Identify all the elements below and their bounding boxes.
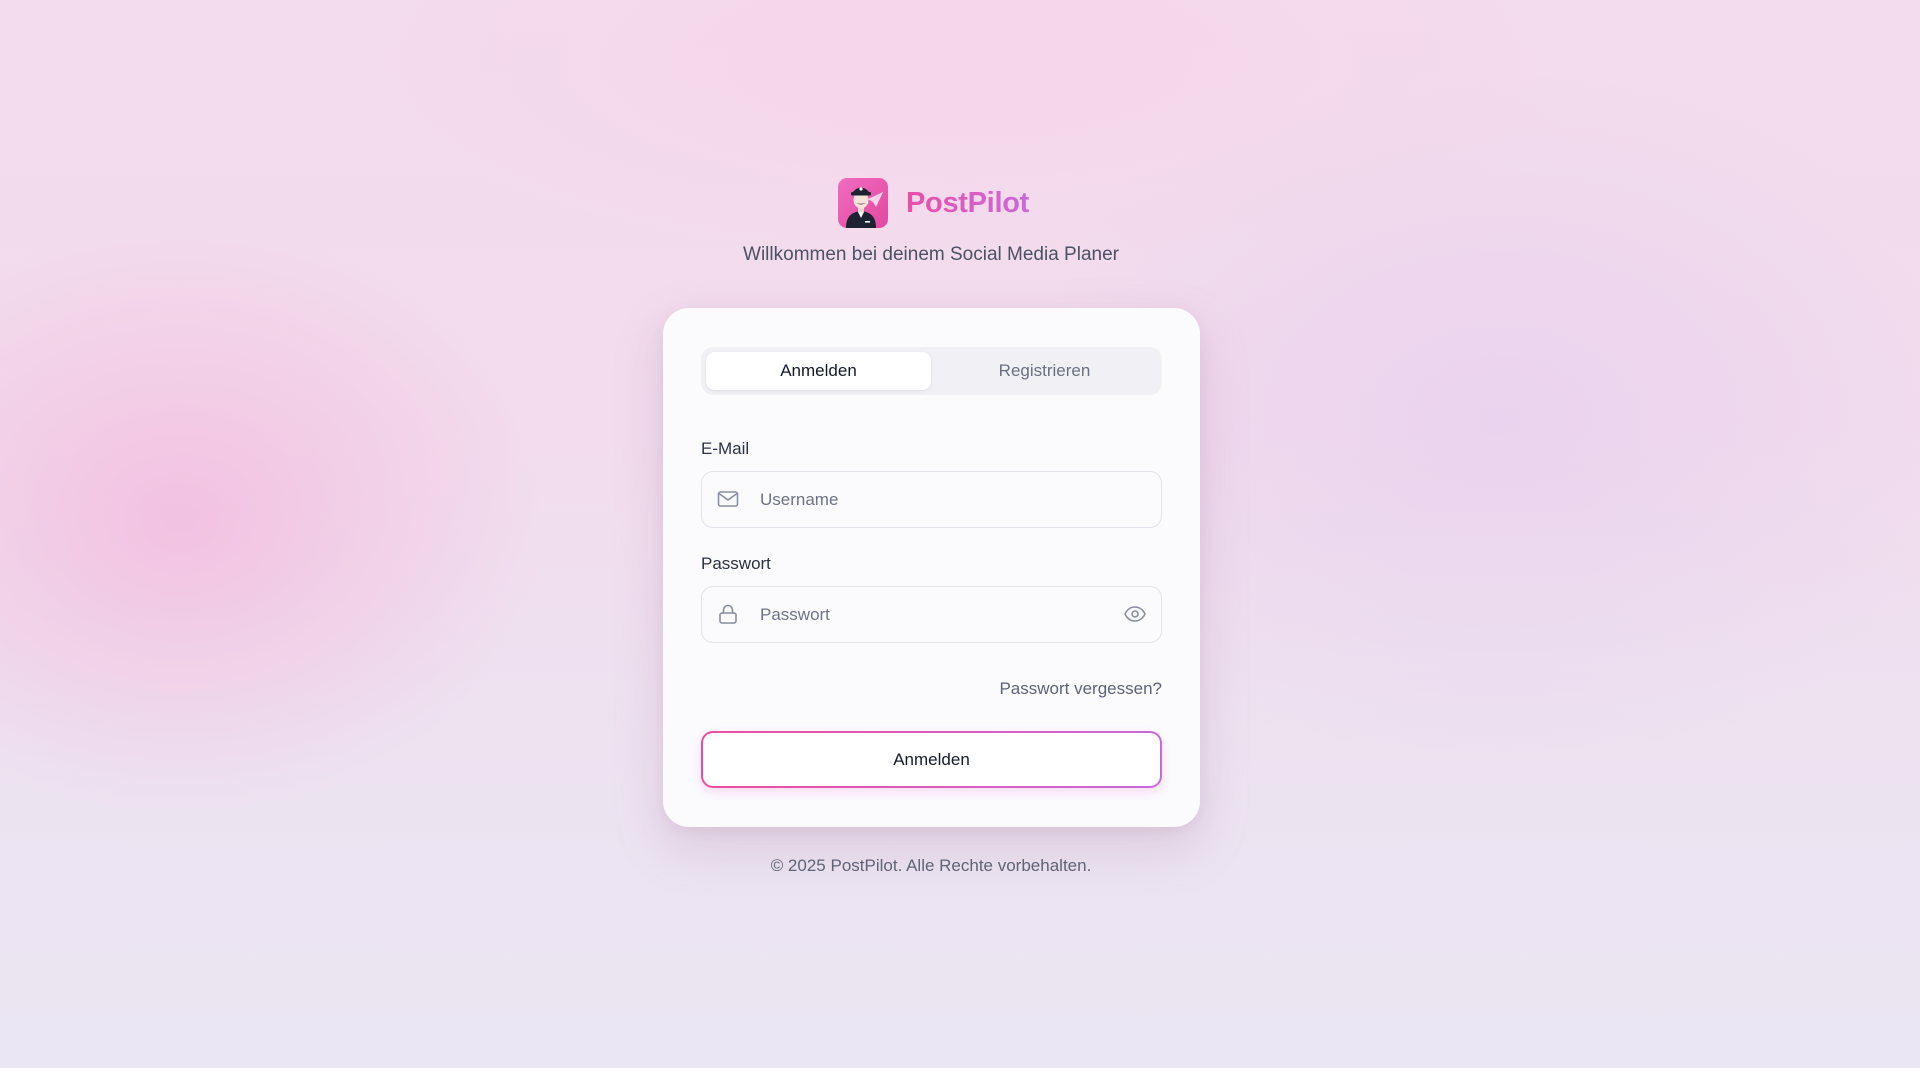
brand-name: PostPilot <box>906 186 1029 219</box>
email-label: E-Mail <box>701 439 750 458</box>
pilot-logo-icon <box>838 178 888 228</box>
email-field[interactable]: Username <box>701 471 1162 528</box>
page-subtitle: Willkommen bei deinem Social Media Plane… <box>743 244 1119 265</box>
password-label: Passwort <box>701 554 771 573</box>
password-placeholder: Passwort <box>760 604 830 624</box>
login-button-label: Anmelden <box>703 733 1160 786</box>
auth-tabs: Anmelden Registrieren <box>701 347 1162 395</box>
forgot-password-link[interactable]: Passwort vergessen? <box>999 679 1162 699</box>
email-placeholder: Username <box>760 489 839 509</box>
tab-login[interactable]: Anmelden <box>706 352 931 390</box>
mail-icon <box>716 487 740 511</box>
lock-icon <box>716 602 740 626</box>
tab-register[interactable]: Registrieren <box>932 352 1157 390</box>
password-field[interactable]: Passwort <box>701 586 1162 643</box>
eye-icon[interactable] <box>1123 602 1147 626</box>
login-page: PostPilot Willkommen bei deinem Social M… <box>0 0 1920 1068</box>
brand-header: PostPilot <box>838 178 1029 228</box>
footer-copyright: © 2025 PostPilot. Alle Rechte vorbehalte… <box>770 856 1092 875</box>
login-button[interactable]: Anmelden <box>701 731 1162 788</box>
login-card: Anmelden Registrieren E-Mail Username Pa… <box>663 308 1200 827</box>
